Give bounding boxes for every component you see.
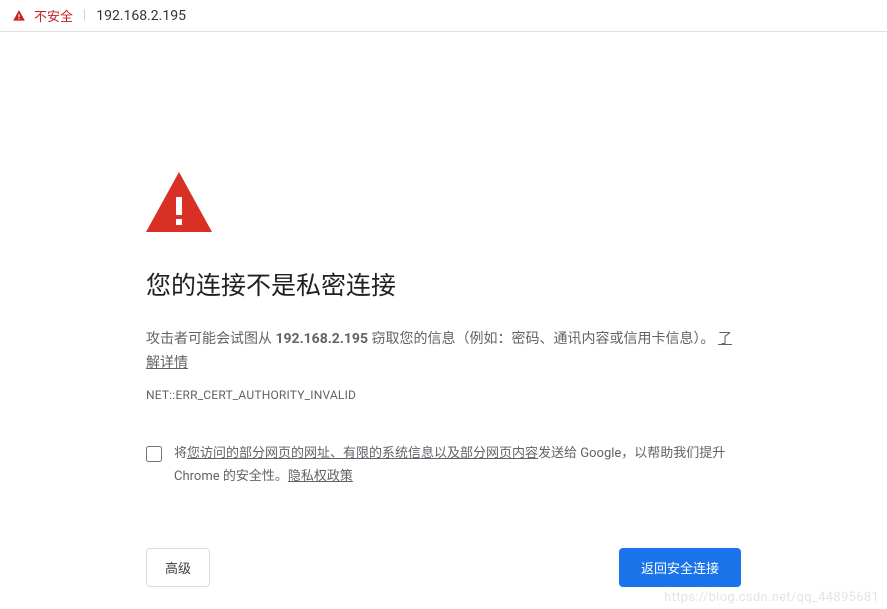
warning-triangle-icon bbox=[12, 9, 26, 23]
security-status-label: 不安全 bbox=[34, 6, 73, 25]
watermark-text: https://blog.csdn.net/qq_44895681 bbox=[664, 590, 879, 605]
warning-triangle-icon bbox=[146, 172, 212, 232]
error-code: NET::ERR_CERT_AUTHORITY_INVALID bbox=[146, 388, 741, 402]
privacy-policy-link[interactable]: 隐私权政策 bbox=[288, 469, 353, 484]
ssl-warning-interstitial: 您的连接不是私密连接 攻击者可能会试图从 192.168.2.195 窃取您的信… bbox=[146, 32, 741, 587]
warning-text-prefix: 攻击者可能会试图从 bbox=[146, 331, 275, 347]
advanced-button[interactable]: 高级 bbox=[146, 548, 210, 587]
warning-text-suffix: 窃取您的信息（例如：密码、通讯内容或信用卡信息）。 bbox=[368, 331, 714, 347]
url-display[interactable]: 192.168.2.195 bbox=[96, 8, 186, 24]
address-divider: | bbox=[83, 8, 86, 23]
optin-data-link[interactable]: 您访问的部分网页的网址、有限的系统信息以及部分网页内容 bbox=[187, 446, 538, 461]
optin-prefix: 将 bbox=[174, 446, 187, 461]
reporting-opt-in: 将您访问的部分网页的网址、有限的系统信息以及部分网页内容发送给 Google，以… bbox=[146, 442, 741, 489]
address-bar[interactable]: 不安全 | 192.168.2.195 bbox=[0, 0, 887, 32]
warning-ip: 192.168.2.195 bbox=[275, 331, 368, 347]
button-row: 高级 返回安全连接 bbox=[146, 548, 741, 587]
page-title: 您的连接不是私密连接 bbox=[146, 266, 741, 302]
back-to-safety-button[interactable]: 返回安全连接 bbox=[619, 548, 741, 587]
warning-description: 攻击者可能会试图从 192.168.2.195 窃取您的信息（例如：密码、通讯内… bbox=[146, 328, 741, 376]
opt-in-text: 将您访问的部分网页的网址、有限的系统信息以及部分网页内容发送给 Google，以… bbox=[174, 442, 741, 489]
reporting-checkbox[interactable] bbox=[146, 446, 162, 462]
